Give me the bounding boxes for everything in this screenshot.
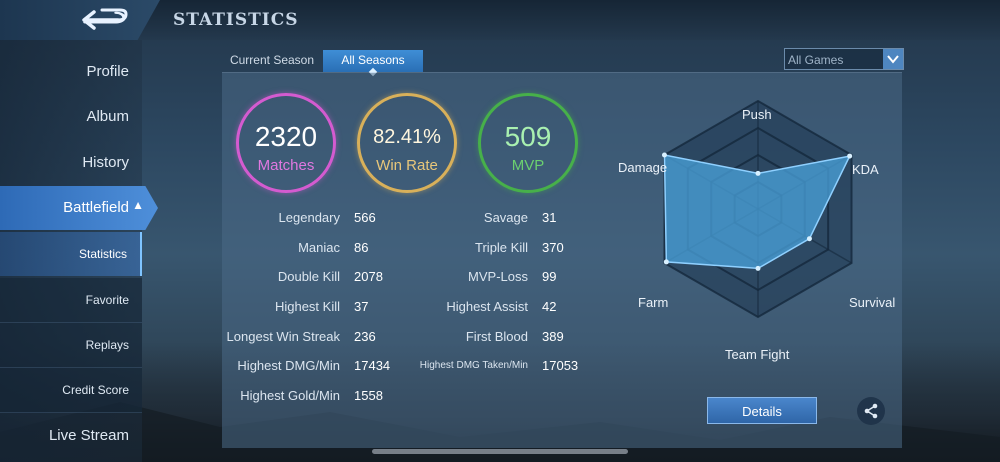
game-mode-dropdown[interactable]: All Games (784, 48, 904, 70)
stat-value: 31 (542, 210, 557, 225)
radar-label-survival: Survival (849, 295, 896, 310)
dropdown-value: All Games (788, 53, 844, 67)
tab-all-seasons[interactable]: All Seasons (323, 50, 423, 77)
tab-current-season[interactable]: Current Season (222, 50, 322, 72)
stat-value: 2078 (354, 269, 383, 284)
page-title: STATISTICS (173, 10, 299, 30)
radar-label-damage: Damage (618, 160, 668, 175)
back-arrow-icon (82, 8, 128, 30)
stat-value: 1558 (354, 388, 383, 403)
stat-label: Longest Win Streak (226, 329, 340, 344)
stat-label: Highest Gold/Min (240, 388, 340, 403)
mvp-value: 509 (504, 121, 552, 152)
stat-label: Highest Assist (446, 299, 528, 314)
sidebar-item-battlefield[interactable]: Battlefield ▲ (0, 186, 158, 230)
stat-label: MVP-Loss (468, 269, 528, 284)
stat-label: Highest DMG Taken/Min (419, 360, 528, 371)
sidebar-subitem-credit-score[interactable]: Credit Score (0, 383, 142, 397)
matches-label: Matches (257, 157, 315, 174)
win-rate-value: 82.41% (373, 126, 441, 148)
matches-circle: 2320 Matches (236, 93, 336, 193)
radar-point-push (755, 170, 761, 176)
performance-radar-chart (661, 100, 853, 319)
radar-point-kda (847, 153, 853, 159)
sidebar-item-album[interactable]: Album (0, 108, 142, 125)
home-indicator (372, 449, 628, 454)
top-bar: STATISTICS (0, 0, 1000, 40)
stat-value: 99 (542, 269, 557, 284)
details-button[interactable]: Details (707, 397, 817, 424)
stat-value: 17434 (354, 358, 391, 373)
stat-label: Double Kill (277, 269, 340, 284)
sidebar-subitem-favorite[interactable]: Favorite (0, 293, 142, 307)
stat-value: 236 (354, 329, 376, 344)
stat-value: 17053 (542, 358, 579, 373)
radar-point-damage (661, 152, 667, 158)
stat-value: 370 (542, 240, 564, 255)
chevron-down-icon (883, 49, 903, 69)
win-rate-label: Win Rate (376, 157, 438, 174)
sidebar-subitem-statistics[interactable]: Statistics (0, 232, 142, 276)
stat-label: Triple Kill (475, 240, 528, 255)
share-button[interactable] (857, 397, 885, 425)
sidebar-item-label: Statistics (78, 247, 127, 261)
stat-value: 42 (542, 299, 557, 314)
radar-point-farm (663, 259, 669, 265)
mvp-label: MVP (511, 157, 545, 174)
radar-label-farm: Farm (638, 295, 669, 310)
chevron-up-icon: ▲ (132, 198, 144, 212)
win-rate-circle: 82.41% Win Rate (357, 93, 457, 193)
mvp-circle: 509 MVP (478, 93, 578, 193)
stat-value: 389 (542, 329, 564, 344)
stat-label: Legendary (278, 210, 340, 225)
radar-point-team-fight (755, 265, 761, 271)
share-icon (864, 403, 878, 419)
stat-value: 86 (354, 240, 369, 255)
tab-label: All Seasons (341, 53, 405, 67)
stat-label: First Blood (465, 329, 528, 344)
sidebar-item-live-stream[interactable]: Live Stream (0, 427, 142, 444)
sidebar-subitem-replays[interactable]: Replays (0, 338, 142, 352)
stat-label: Savage (483, 210, 528, 225)
stat-label: Highest DMG/Min (237, 358, 340, 373)
stat-label: Highest Kill (274, 299, 340, 314)
radar-label-team-fight: Team Fight (725, 347, 790, 362)
sidebar-item-profile[interactable]: Profile (0, 63, 142, 80)
sidebar-item-label: Battlefield (63, 199, 129, 216)
radar-point-survival (806, 236, 812, 242)
matches-value: 2320 (254, 121, 318, 152)
stat-value: 566 (354, 210, 376, 225)
radar-label-kda: KDA (852, 162, 879, 177)
sidebar-item-history[interactable]: History (0, 154, 142, 171)
back-button[interactable] (0, 0, 160, 40)
radar-label-push: Push (742, 107, 772, 122)
stat-value: 37 (354, 299, 369, 314)
stat-label: Maniac (298, 240, 340, 255)
